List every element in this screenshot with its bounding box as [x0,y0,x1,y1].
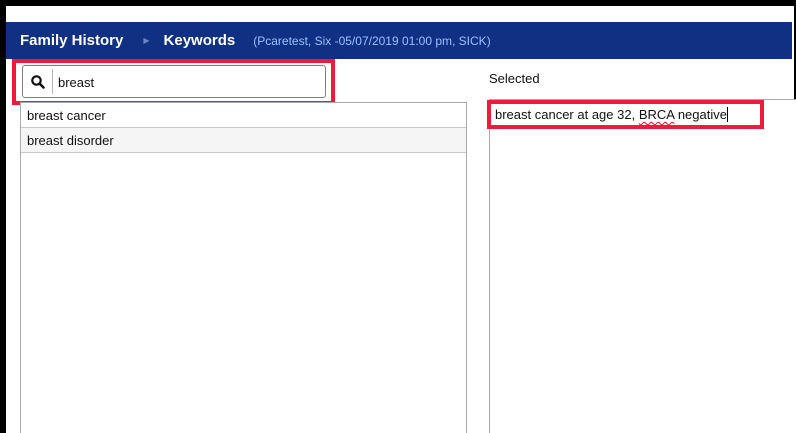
selected-text-suffix: negative [674,107,727,122]
selected-panel [489,99,796,433]
search-box[interactable] [22,65,326,98]
selected-heading: Selected [489,71,540,86]
breadcrumb-separator-icon: ▶ [143,36,150,45]
breadcrumb-keywords: Keywords [163,32,236,49]
selected-text-flagged-word: BRCA [638,107,675,122]
list-item[interactable]: breast disorder [21,128,466,153]
search-highlight-frame [12,59,335,105]
text-caret [726,107,728,122]
header-bar: Family History ▶ Keywords (Pcaretest, Si… [6,22,792,59]
patient-context: (Pcaretest, Six -05/07/2019 01:00 pm, SI… [253,33,491,48]
results-list: breast cancer breast disorder [20,102,467,433]
search-divider [52,69,53,94]
selected-text-field[interactable]: breast cancer at age 32, BRCA negative [495,106,757,124]
list-item[interactable]: breast cancer [21,103,466,128]
search-input[interactable] [58,72,320,92]
selected-text-prefix: breast cancer at age 32, [495,107,639,122]
selected-highlight-frame: breast cancer at age 32, BRCA negative [487,100,764,129]
search-icon[interactable] [30,74,46,90]
breadcrumb-family-history[interactable]: Family History [20,32,123,49]
